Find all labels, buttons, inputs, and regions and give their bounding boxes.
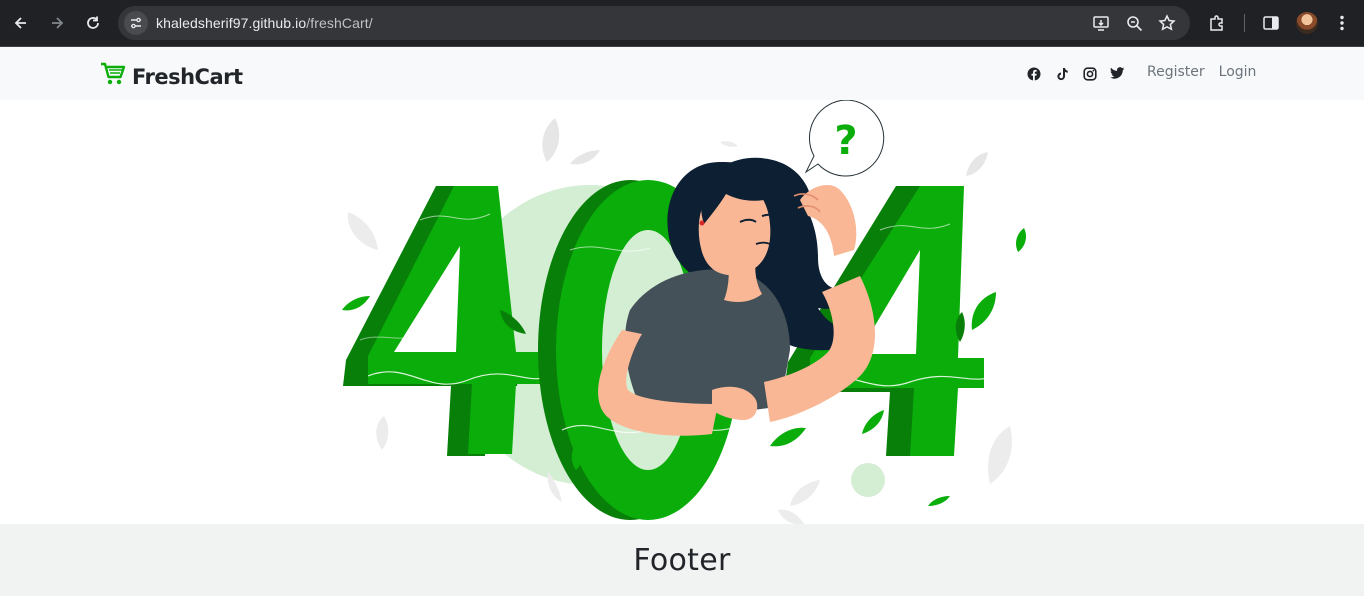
side-panel-icon[interactable] [1262, 14, 1280, 37]
install-icon[interactable] [1092, 14, 1110, 37]
brand-name: FreshCart [132, 64, 243, 89]
bookmark-star-icon[interactable] [1158, 14, 1176, 37]
toolbar-separator [1244, 14, 1245, 32]
not-found-section: ? [0, 100, 1364, 524]
site-settings-icon[interactable] [124, 11, 148, 35]
login-link[interactable]: Login [1219, 64, 1257, 80]
navbar: FreshCart Register Login [0, 47, 1364, 100]
cart-icon [100, 62, 126, 91]
tiktok-icon[interactable] [1054, 66, 1069, 81]
address-bar[interactable]: khaledsherif97.github.io/freshCart/ [118, 6, 1190, 40]
footer: Footer [0, 524, 1364, 596]
auth-links: Register Login [1147, 64, 1256, 80]
decor-circle [851, 463, 885, 497]
browser-toolbar: khaledsherif97.github.io/freshCart/ [0, 0, 1364, 47]
twitter-icon[interactable] [1110, 66, 1125, 81]
instagram-icon[interactable] [1082, 66, 1097, 81]
reload-icon[interactable] [80, 10, 106, 36]
register-link[interactable]: Register [1147, 64, 1205, 80]
facebook-icon[interactable] [1026, 66, 1041, 81]
url-path: /freshCart/ [306, 15, 373, 31]
footer-title: Footer [633, 542, 731, 578]
back-icon[interactable] [8, 10, 34, 36]
zoom-icon[interactable] [1126, 15, 1143, 37]
extensions-icon[interactable] [1208, 14, 1226, 37]
url-host: khaledsherif97.github.io [156, 15, 307, 31]
menu-icon[interactable] [1336, 14, 1348, 37]
social-links [1026, 66, 1125, 81]
url-text[interactable]: khaledsherif97.github.io/freshCart/ [156, 15, 373, 31]
question-mark: ? [834, 118, 857, 164]
avatar[interactable] [1296, 12, 1318, 34]
forward-icon[interactable] [44, 10, 70, 36]
brand-logo-link[interactable]: FreshCart [100, 62, 243, 91]
question-bubble: ? [804, 100, 885, 177]
404-illustration: ? [342, 100, 1026, 524]
